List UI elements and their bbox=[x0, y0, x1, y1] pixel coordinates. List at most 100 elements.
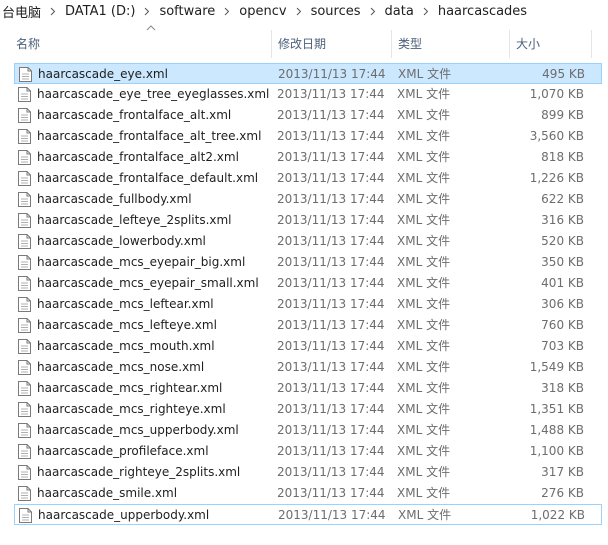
file-name: haarcascade_mcs_eyepair_small.xml bbox=[37, 276, 259, 290]
file-size: 495 KB bbox=[542, 67, 585, 81]
column-header-type-label: 类型 bbox=[398, 37, 423, 51]
file-modified-date: 2013/11/13 17:44 bbox=[277, 444, 385, 458]
file-modified-date: 2013/11/13 17:44 bbox=[277, 381, 385, 395]
chevron-right-icon[interactable] bbox=[363, 0, 383, 22]
file-row[interactable]: haarcascade_eye.xml 2013/11/13 17:44 XML 文… bbox=[14, 63, 602, 84]
file-modified-date: 2013/11/13 17:44 bbox=[277, 402, 385, 416]
file-row[interactable]: haarcascade_mcs_righteye.xml 2013/11/13 1… bbox=[14, 399, 602, 420]
file-row[interactable]: haarcascade_smile.xml 2013/11/13 17:44 XML… bbox=[14, 483, 602, 504]
file-size: 1,022 KB bbox=[530, 508, 585, 522]
file-name: haarcascade_frontalface_alt2.xml bbox=[37, 150, 239, 164]
file-modified-date: 2013/11/13 17:44 bbox=[278, 67, 386, 81]
file-type: XML 文件 bbox=[397, 192, 451, 206]
file-row[interactable]: haarcascade_eye_tree_eyeglasses.xml 2013/… bbox=[14, 84, 602, 105]
file-type: XML 文件 bbox=[397, 297, 451, 311]
file-modified-date: 2013/11/13 17:44 bbox=[277, 465, 385, 479]
file-name: haarcascade_mcs_righteye.xml bbox=[37, 402, 226, 416]
column-header-size[interactable]: 大小 bbox=[510, 30, 592, 58]
xml-file-icon bbox=[18, 255, 31, 270]
file-row[interactable]: haarcascade_mcs_rightear.xml 2013/11/13 1… bbox=[14, 378, 602, 399]
file-row[interactable]: haarcascade_frontalface_alt.xml 2013/11/1… bbox=[14, 105, 602, 126]
file-row[interactable]: haarcascade_upperbody.xml 2013/11/13 17:4… bbox=[14, 504, 602, 525]
xml-file-icon bbox=[18, 213, 31, 228]
file-size: 520 KB bbox=[541, 234, 584, 248]
file-row[interactable]: haarcascade_righteye_2splits.xml 2013/11/… bbox=[14, 462, 602, 483]
xml-file-icon bbox=[18, 150, 31, 165]
xml-file-icon bbox=[18, 234, 31, 249]
file-type: XML 文件 bbox=[398, 67, 452, 81]
file-type: XML 文件 bbox=[397, 318, 451, 332]
file-name: haarcascade_fullbody.xml bbox=[37, 192, 192, 206]
file-row[interactable]: haarcascade_mcs_mouth.xml 2013/11/13 17:4… bbox=[14, 336, 602, 357]
file-name: haarcascade_upperbody.xml bbox=[38, 508, 210, 522]
file-modified-date: 2013/11/13 17:44 bbox=[277, 192, 385, 206]
file-row[interactable]: haarcascade_mcs_upperbody.xml 2013/11/13 … bbox=[14, 420, 602, 441]
xml-file-icon bbox=[18, 192, 31, 207]
file-size: 401 KB bbox=[541, 276, 584, 290]
chevron-right-icon[interactable] bbox=[289, 0, 309, 22]
breadcrumb-item-opencv[interactable]: opencv bbox=[237, 4, 288, 19]
chevron-right-icon[interactable] bbox=[217, 0, 237, 22]
file-row[interactable]: haarcascade_mcs_leftear.xml 2013/11/13 17… bbox=[14, 294, 602, 315]
file-name: haarcascade_mcs_mouth.xml bbox=[37, 339, 215, 353]
file-row[interactable]: haarcascade_mcs_nose.xml 2013/11/13 17:44… bbox=[14, 357, 602, 378]
file-name: haarcascade_mcs_lefteye.xml bbox=[37, 318, 217, 332]
file-size: 1,070 KB bbox=[529, 87, 584, 101]
breadcrumb-item-data[interactable]: data bbox=[383, 4, 416, 19]
file-row[interactable]: haarcascade_frontalface_default.xml 2013/… bbox=[14, 168, 602, 189]
file-row[interactable]: haarcascade_lefteye_2splits.xml 2013/11/1… bbox=[14, 210, 602, 231]
column-header-type[interactable]: 类型 bbox=[392, 30, 510, 58]
chevron-right-icon[interactable] bbox=[43, 0, 63, 22]
file-row[interactable]: haarcascade_frontalface_alt_tree.xml 2013… bbox=[14, 126, 602, 147]
file-modified-date: 2013/11/13 17:44 bbox=[277, 276, 385, 290]
xml-file-icon bbox=[18, 423, 31, 438]
file-name: haarcascade_mcs_nose.xml bbox=[37, 360, 205, 374]
xml-file-icon bbox=[19, 67, 32, 82]
file-size: 3,560 KB bbox=[529, 129, 584, 143]
xml-file-icon bbox=[18, 444, 31, 459]
file-name: haarcascade_frontalface_alt.xml bbox=[37, 108, 232, 122]
breadcrumb-item-software[interactable]: software bbox=[157, 4, 217, 19]
file-list: haarcascade_eye.xml 2013/11/13 17:44 XML 文… bbox=[0, 63, 608, 525]
xml-file-icon bbox=[18, 276, 31, 291]
file-row[interactable]: haarcascade_fullbody.xml 2013/11/13 17:44… bbox=[14, 189, 602, 210]
file-modified-date: 2013/11/13 17:44 bbox=[277, 255, 385, 269]
file-row[interactable]: haarcascade_mcs_eyepair_big.xml 2013/11/1… bbox=[14, 252, 602, 273]
column-header-date[interactable]: 修改日期 bbox=[272, 30, 392, 58]
file-type: XML 文件 bbox=[397, 255, 451, 269]
file-name: haarcascade_lowerbody.xml bbox=[37, 234, 206, 248]
breadcrumb-item-haarcascades[interactable]: haarcascades bbox=[436, 4, 529, 19]
xml-file-icon bbox=[18, 171, 31, 186]
file-size: 760 KB bbox=[541, 318, 584, 332]
file-row[interactable]: haarcascade_frontalface_alt2.xml 2013/11/… bbox=[14, 147, 602, 168]
file-modified-date: 2013/11/13 17:44 bbox=[277, 297, 385, 311]
file-type: XML 文件 bbox=[397, 402, 451, 416]
breadcrumb-item-drive[interactable]: DATA1 (D:) bbox=[63, 4, 137, 19]
file-name: haarcascade_righteye_2splits.xml bbox=[37, 465, 241, 479]
breadcrumb-item-this-pc[interactable]: 台电脑 bbox=[0, 2, 43, 21]
file-size: 1,100 KB bbox=[529, 444, 584, 458]
file-row[interactable]: haarcascade_mcs_lefteye.xml 2013/11/13 17… bbox=[14, 315, 602, 336]
file-type: XML 文件 bbox=[397, 423, 451, 437]
xml-file-icon bbox=[18, 381, 31, 396]
file-modified-date: 2013/11/13 17:44 bbox=[277, 213, 385, 227]
breadcrumb-item-sources[interactable]: sources bbox=[309, 4, 363, 19]
file-type: XML 文件 bbox=[397, 234, 451, 248]
xml-file-icon bbox=[18, 486, 31, 501]
file-type: XML 文件 bbox=[397, 339, 451, 353]
file-row[interactable]: haarcascade_mcs_eyepair_small.xml 2013/11… bbox=[14, 273, 602, 294]
xml-file-icon bbox=[18, 465, 31, 480]
file-modified-date: 2013/11/13 17:44 bbox=[277, 150, 385, 164]
file-row[interactable]: haarcascade_lowerbody.xml 2013/11/13 17:4… bbox=[14, 231, 602, 252]
sort-ascending-icon bbox=[146, 25, 156, 31]
chevron-right-icon[interactable] bbox=[416, 0, 436, 22]
column-header-name[interactable]: 名称 bbox=[10, 25, 272, 58]
file-name: haarcascade_frontalface_alt_tree.xml bbox=[37, 129, 262, 143]
chevron-right-icon[interactable] bbox=[137, 0, 157, 22]
file-type: XML 文件 bbox=[397, 108, 451, 122]
file-type: XML 文件 bbox=[397, 87, 451, 101]
file-name: haarcascade_frontalface_default.xml bbox=[37, 171, 259, 185]
file-size: 318 KB bbox=[541, 381, 584, 395]
file-row[interactable]: haarcascade_profileface.xml 2013/11/13 17… bbox=[14, 441, 602, 462]
file-name: haarcascade_eye_tree_eyeglasses.xml bbox=[37, 87, 270, 101]
